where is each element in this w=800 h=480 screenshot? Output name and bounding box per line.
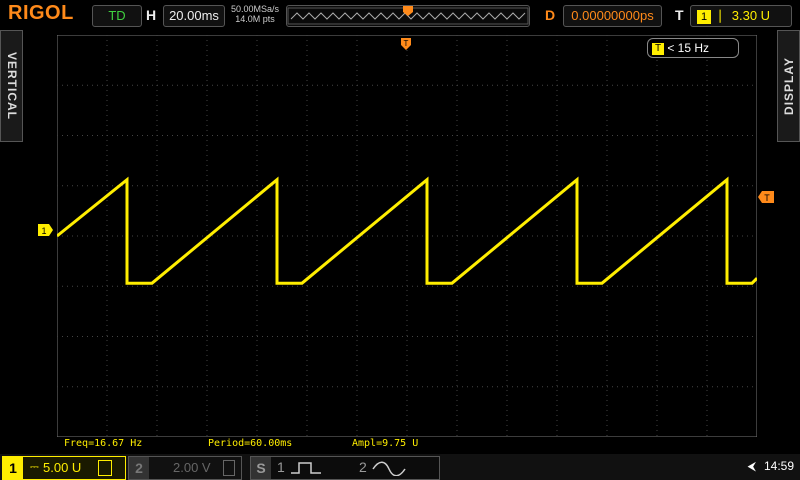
source1-number: 1 [277, 459, 285, 475]
timebase-value[interactable]: 20.00ms [163, 5, 225, 27]
memory-overview [286, 5, 530, 27]
source-generator-panel[interactable]: S 1 2 [250, 456, 440, 480]
trigger-source-icon: 1 [697, 9, 711, 24]
ch1-scale: 5.00 U [43, 460, 82, 475]
svg-text:T: T [404, 39, 409, 48]
source-label: S [251, 457, 271, 479]
trigger-level: 3.30 U [731, 8, 771, 23]
trigger-frequency-readout: T < 15 Hz [647, 38, 739, 58]
ch1-bandwidth-icon [98, 460, 112, 476]
ch2-number: 2 [129, 457, 149, 479]
bottom-status-bar: 1 ⎓ 5.00 U 2 2.00 V S 1 2 ⮜ 14:59 [0, 454, 800, 480]
sample-info: 50.00MSa/s 14.0M pts [226, 4, 284, 24]
memory-waveform-icon [287, 6, 529, 25]
trigger-frequency: < 15 Hz [667, 41, 710, 55]
sine-wave-icon [372, 461, 406, 476]
trigger-level-marker-icon[interactable]: T [758, 191, 774, 203]
display-tab-label: DISPLAY [781, 57, 796, 115]
vertical-menu-tab[interactable]: VERTICAL [0, 30, 23, 142]
rigol-logo: RIGOL [8, 2, 74, 24]
delay-label: D [545, 7, 556, 23]
svg-text:T: T [764, 193, 770, 203]
trigger-icon: T [652, 42, 664, 55]
delay-value[interactable]: 0.00000000ps [563, 5, 662, 27]
trigger-label: T [675, 7, 684, 23]
ch2-bandwidth-icon [223, 460, 235, 476]
display-menu-tab[interactable]: DISPLAY [777, 30, 800, 142]
ch1-number: 1 [3, 457, 23, 479]
run-state-indicator[interactable]: TD [92, 5, 142, 27]
top-status-bar: RIGOL TD H 20.00ms 50.00MSa/s 14.0M pts … [0, 0, 800, 30]
sample-rate: 50.00MSa/s [230, 4, 280, 14]
vertical-tab-label: VERTICAL [4, 52, 19, 120]
ch2-scale: 2.00 V [173, 460, 211, 475]
measure-amplitude: Ampl=9.75 U [352, 438, 419, 449]
usb-icon: ⮜ [747, 459, 756, 473]
memory-depth: 14.0M pts [235, 14, 275, 24]
measure-frequency: Freq=16.67 Hz [64, 438, 143, 449]
ch1-scale-button[interactable]: 1 ⎓ 5.00 U [2, 456, 126, 480]
ch1-offset-marker-icon[interactable]: 1 [38, 224, 54, 236]
svg-text:1: 1 [41, 226, 46, 236]
waveform-display[interactable] [57, 35, 757, 437]
rising-edge-icon: ⎢ [718, 11, 725, 23]
ch2-scale-button[interactable]: 2 2.00 V [128, 456, 242, 480]
square-wave-icon [291, 462, 321, 474]
timebase-label: H [146, 7, 157, 23]
trigger-position-marker-icon[interactable]: T [400, 38, 412, 52]
dc-coupling-icon: ⎓ [30, 461, 39, 473]
trigger-box[interactable]: 1 ⎢ 3.30 U [690, 5, 792, 27]
measure-period: Period=60.00ms [208, 438, 293, 449]
source2-number: 2 [359, 459, 367, 475]
system-clock: 14:59 [763, 459, 794, 473]
